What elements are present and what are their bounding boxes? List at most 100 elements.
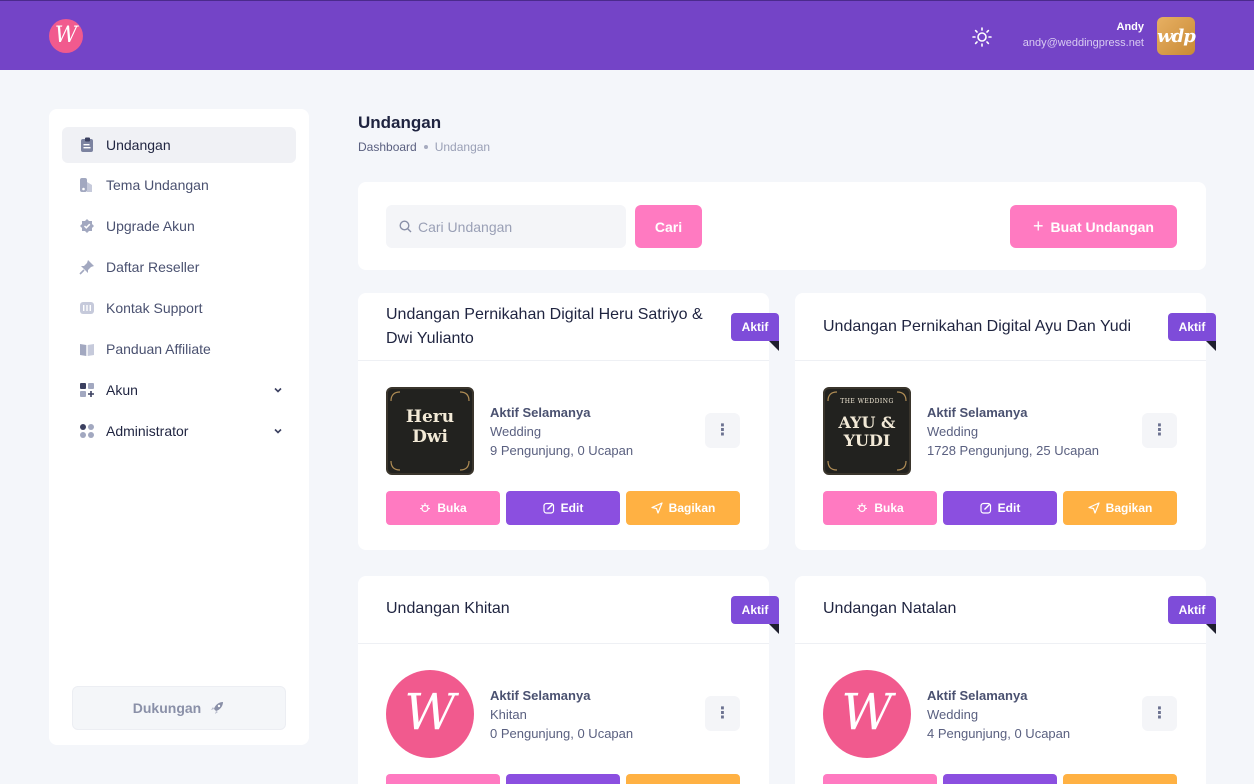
card-info: Aktif Selamanya Wedding 9 Pengunjung, 0 … <box>490 403 690 460</box>
search-button[interactable]: Cari <box>635 205 702 248</box>
card-title[interactable]: Undangan Natalan <box>823 597 1168 621</box>
share-button[interactable] <box>1063 774 1177 784</box>
card-category: Khitan <box>490 707 527 722</box>
card-category: Wedding <box>927 424 979 439</box>
card-status: Aktif Selamanya <box>490 688 591 703</box>
sidebar-item-label: Daftar Reseller <box>106 259 200 275</box>
invitation-card: Undangan Khitan Aktif W Aktif Selamanya … <box>358 576 779 784</box>
edit-button[interactable]: Edit <box>943 491 1057 525</box>
kebab-icon: ⋮ <box>1151 421 1168 439</box>
bug-icon <box>857 503 868 513</box>
breadcrumb-home[interactable]: Dashboard <box>358 140 417 154</box>
invitation-card: Undangan Pernikahan Digital Ayu Dan Yudi… <box>795 293 1216 550</box>
card-actions: Buka Edit Bagikan <box>386 491 740 525</box>
sidebar-item-tema[interactable]: Tema Undangan <box>62 167 296 203</box>
status-badge: Aktif <box>1168 596 1216 624</box>
card-stats: 4 Pengunjung, 0 Ucapan <box>927 726 1071 741</box>
invitation-thumbnail[interactable]: W <box>386 670 474 758</box>
breadcrumb: Dashboard Undangan <box>358 140 490 154</box>
sidebar-item-label: Akun <box>106 382 138 398</box>
card-title[interactable]: Undangan Pernikahan Digital Heru Satriyo… <box>386 303 731 351</box>
send-icon <box>651 502 663 514</box>
invitation-thumbnail[interactable]: THE WEDDING AYU & YUDI <box>823 387 911 475</box>
share-button[interactable]: Bagikan <box>1063 491 1177 525</box>
support-icon <box>80 302 94 314</box>
open-button[interactable]: Buka <box>386 491 500 525</box>
search-input[interactable] <box>418 205 618 248</box>
share-button[interactable]: Bagikan <box>626 491 740 525</box>
edit-icon <box>543 502 554 514</box>
send-icon <box>1088 502 1100 514</box>
chevron-down-icon <box>274 428 282 434</box>
share-button[interactable] <box>626 774 740 784</box>
invitation-icon <box>81 137 93 152</box>
search-icon <box>399 220 412 233</box>
card-info: Aktif Selamanya Wedding 1728 Pengunjung,… <box>927 403 1127 460</box>
sidebar-item-affiliate[interactable]: Panduan Affiliate <box>62 331 296 367</box>
edit-button[interactable] <box>506 774 620 784</box>
more-menu-button[interactable]: ⋮ <box>1142 696 1177 731</box>
sidebar-item-akun[interactable]: Akun <box>62 372 296 408</box>
sidebar-item-undangan[interactable]: Undangan <box>62 127 296 163</box>
user-name: Andy <box>1116 21 1145 33</box>
bug-icon <box>420 503 431 513</box>
chevron-down-icon <box>274 387 282 393</box>
sidebar-item-label: Kontak Support <box>106 300 203 316</box>
card-status: Aktif Selamanya <box>927 688 1028 703</box>
top-header: W Andy andy@weddingpress.net wdp <box>0 0 1254 70</box>
edit-icon <box>980 502 991 514</box>
sidebar-item-label: Administrator <box>106 423 189 439</box>
plus-icon: + <box>1033 216 1044 236</box>
pin-icon <box>79 260 94 275</box>
card-status: Aktif Selamanya <box>927 405 1028 420</box>
rocket-icon <box>211 702 224 714</box>
open-button[interactable]: Buka <box>823 491 937 525</box>
invitation-thumbnail[interactable]: Heru Dwi <box>386 387 474 475</box>
more-menu-button[interactable]: ⋮ <box>1142 413 1177 448</box>
card-header: Undangan Pernikahan Digital Ayu Dan Yudi <box>795 293 1206 361</box>
kebab-icon: ⋮ <box>714 704 731 722</box>
sidebar-item-reseller[interactable]: Daftar Reseller <box>62 249 296 285</box>
invitation-card: Undangan Natalan Aktif W Aktif Selamanya… <box>795 576 1216 784</box>
card-stats: 1728 Pengunjung, 25 Ucapan <box>927 443 1100 458</box>
more-menu-button[interactable]: ⋮ <box>705 413 740 448</box>
card-header: Undangan Natalan <box>795 576 1206 644</box>
card-category: Wedding <box>927 707 979 722</box>
card-actions <box>386 774 740 784</box>
book-icon <box>80 344 94 356</box>
avatar[interactable]: wdp <box>1157 17 1196 55</box>
card-info: Aktif Selamanya Khitan 0 Pengunjung, 0 U… <box>490 686 690 743</box>
sidebar-item-upgrade[interactable]: Upgrade Akun <box>62 208 296 244</box>
card-header: Undangan Pernikahan Digital Heru Satriyo… <box>358 293 769 361</box>
kebab-icon: ⋮ <box>714 421 731 439</box>
more-menu-button[interactable]: ⋮ <box>705 696 740 731</box>
status-badge: Aktif <box>731 596 779 624</box>
card-stats: 0 Pengunjung, 0 Ucapan <box>490 726 634 741</box>
card-stats: 9 Pengunjung, 0 Ucapan <box>490 443 634 458</box>
status-badge: Aktif <box>1168 313 1216 341</box>
card-actions: Buka Edit Bagikan <box>823 491 1177 525</box>
app-logo[interactable]: W <box>49 19 83 53</box>
status-badge: Aktif <box>731 313 779 341</box>
edit-button[interactable]: Edit <box>506 491 620 525</box>
open-button[interactable] <box>823 774 937 784</box>
card-header: Undangan Khitan <box>358 576 769 644</box>
user-email: andy@weddingpress.net <box>1022 37 1144 49</box>
kebab-icon: ⋮ <box>1151 704 1168 722</box>
card-category: Wedding <box>490 424 542 439</box>
sidebar-item-support[interactable]: Kontak Support <box>62 290 296 326</box>
invitation-toolbar: Cari +Buat Undangan <box>358 182 1206 270</box>
card-title[interactable]: Undangan Pernikahan Digital Ayu Dan Yudi <box>823 315 1168 339</box>
sidebar-item-label: Upgrade Akun <box>106 218 195 234</box>
edit-button[interactable] <box>943 774 1057 784</box>
sidebar: Undangan Tema Undangan Upgrade Akun Daft… <box>49 109 309 745</box>
create-invitation-button[interactable]: + Buat Undangan <box>1010 205 1177 248</box>
sidebar-item-administrator[interactable]: Administrator <box>62 413 296 449</box>
theme-icon <box>80 178 92 192</box>
support-button[interactable]: Dukungan <box>72 686 286 730</box>
invitation-thumbnail[interactable]: W <box>823 670 911 758</box>
sun-icon[interactable] <box>972 27 992 47</box>
card-title[interactable]: Undangan Khitan <box>386 597 731 621</box>
badge-icon <box>80 219 94 233</box>
open-button[interactable] <box>386 774 500 784</box>
